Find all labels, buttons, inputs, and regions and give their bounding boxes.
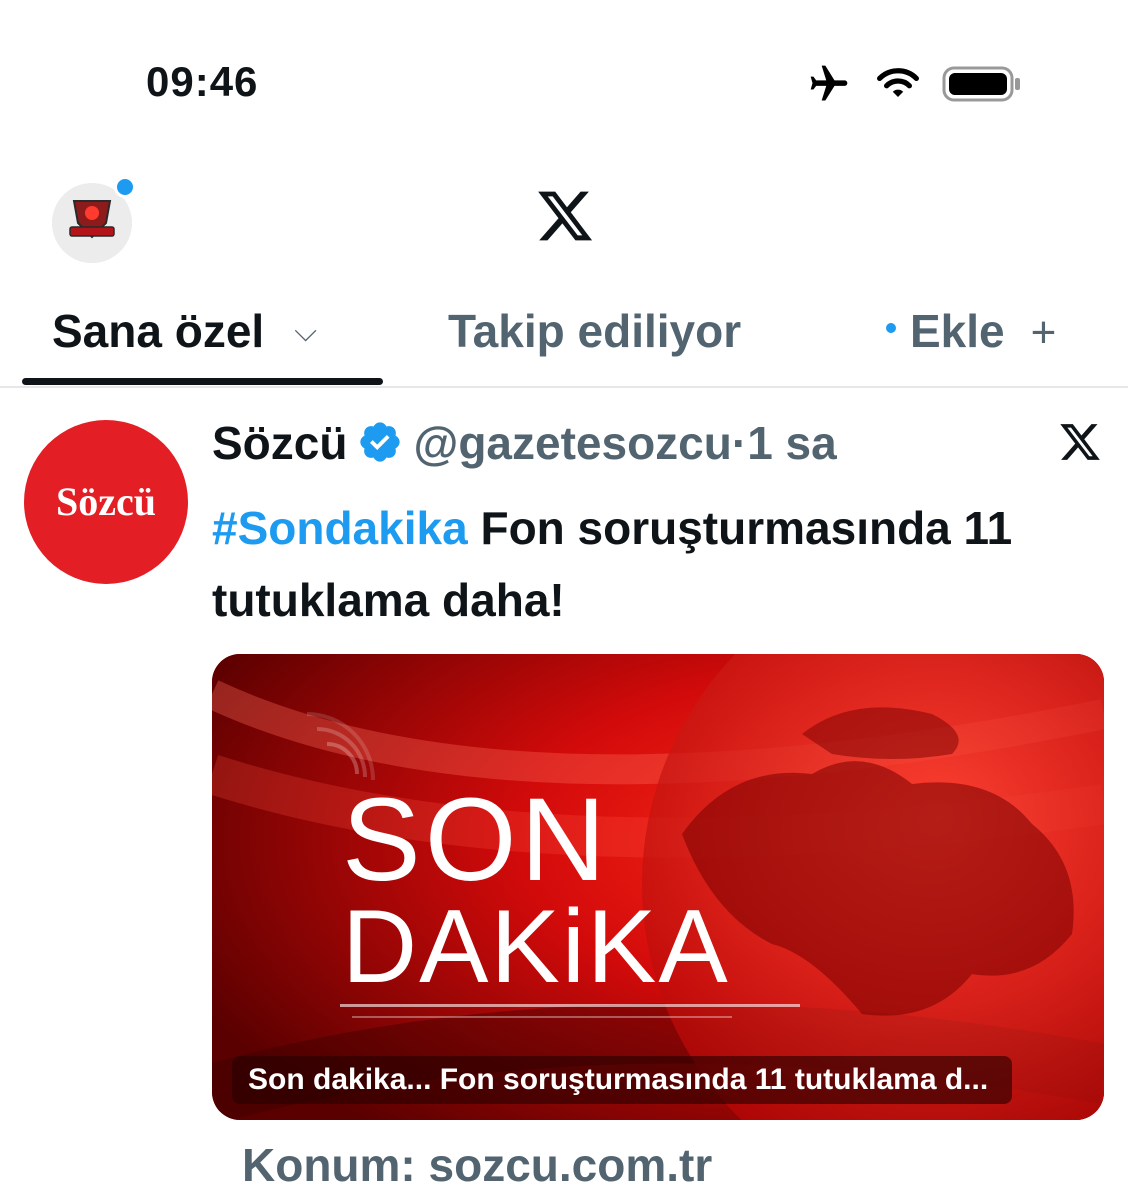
timeline-tabs: Sana özel ⌵ Takip ediliyor Ekle + (0, 290, 1128, 388)
author-handle[interactable]: @gazetesozcu (413, 417, 731, 469)
tab-label: Ekle (910, 305, 1005, 357)
battery-icon (942, 66, 1020, 102)
plus-icon[interactable]: + (1031, 308, 1057, 358)
verified-badge-icon (360, 422, 401, 462)
post-text: #Sondakika Fon soruşturmasında 11 tutukl… (212, 492, 1112, 636)
chevron-down-icon[interactable]: ⌵ (294, 315, 317, 349)
separator: · (731, 417, 748, 469)
status-icons (806, 62, 1026, 106)
active-tab-indicator (22, 378, 383, 385)
tab-label: Takip ediliyor (448, 305, 742, 357)
airplane-icon (810, 65, 848, 101)
post-time[interactable]: 1 sa (747, 417, 837, 469)
status-time: 09:46 (146, 58, 259, 105)
link-card-image[interactable]: SON DAKiKA Son dakika... Fon soruşturmas… (212, 654, 1104, 1120)
wifi-icon (877, 68, 919, 97)
author-avatar[interactable]: Sözcü (24, 420, 188, 584)
headline-line-1: SON (342, 774, 610, 906)
grok-icon[interactable] (1058, 420, 1102, 464)
x-logo-icon[interactable] (535, 186, 595, 246)
tab-label: Sana özel (52, 305, 265, 357)
unread-dot (886, 323, 896, 333)
post-header: Sözcü @gazetesozcu·1 sa (212, 416, 837, 470)
avatar-logo-text: Sözcü (56, 479, 156, 524)
notification-dot (114, 176, 136, 198)
card-caption: Son dakika... Fon soruşturmasında 11 tut… (232, 1056, 1013, 1104)
hashtag-link[interactable]: #Sondakika (212, 502, 468, 554)
breaking-news-graphic: SON DAKiKA (212, 654, 1104, 1120)
author-name[interactable]: Sözcü (212, 417, 347, 469)
tab-add[interactable]: Ekle + (886, 304, 1056, 358)
tab-for-you[interactable]: Sana özel ⌵ (52, 304, 317, 358)
tab-following[interactable]: Takip ediliyor (448, 304, 741, 358)
link-source[interactable]: Konum: sozcu.com.tr (242, 1138, 712, 1192)
headline-line-2: DAKiKA (342, 889, 730, 1005)
